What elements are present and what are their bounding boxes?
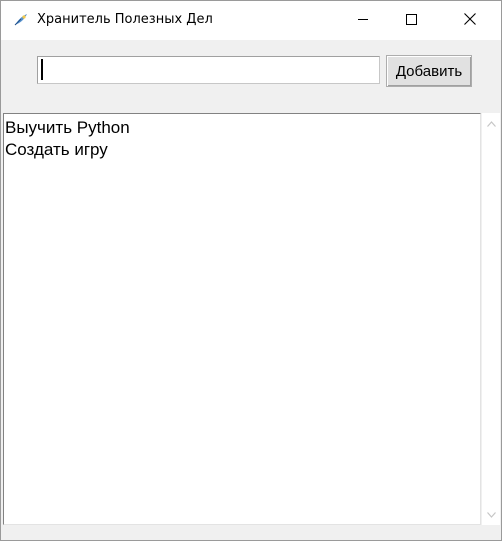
window-bottom-edge [1,525,501,540]
task-list: Выучить Python Создать игру [4,114,480,161]
add-button[interactable]: Добавить [386,55,472,87]
feather-app-icon [12,11,30,29]
vertical-scrollbar[interactable] [482,113,500,525]
app-window: Хранитель Полезных Дел Добавить Выучить … [0,0,502,541]
scroll-down-arrow-icon[interactable] [482,506,500,523]
task-input[interactable] [37,56,380,84]
minimize-icon [357,12,369,30]
close-icon [464,12,476,30]
task-listbox[interactable]: Выучить Python Создать игру [3,113,481,525]
maximize-icon [405,12,417,30]
list-item[interactable]: Выучить Python [4,117,480,139]
scroll-up-arrow-icon[interactable] [482,115,500,132]
window-title: Хранитель Полезных Дел [37,12,213,27]
maximize-button[interactable] [388,1,434,40]
title-bar[interactable]: Хранитель Полезных Дел [1,1,501,40]
minimize-button[interactable] [340,1,386,40]
list-item[interactable]: Создать игру [4,139,480,161]
text-cursor [41,59,43,80]
close-button[interactable] [447,1,493,40]
